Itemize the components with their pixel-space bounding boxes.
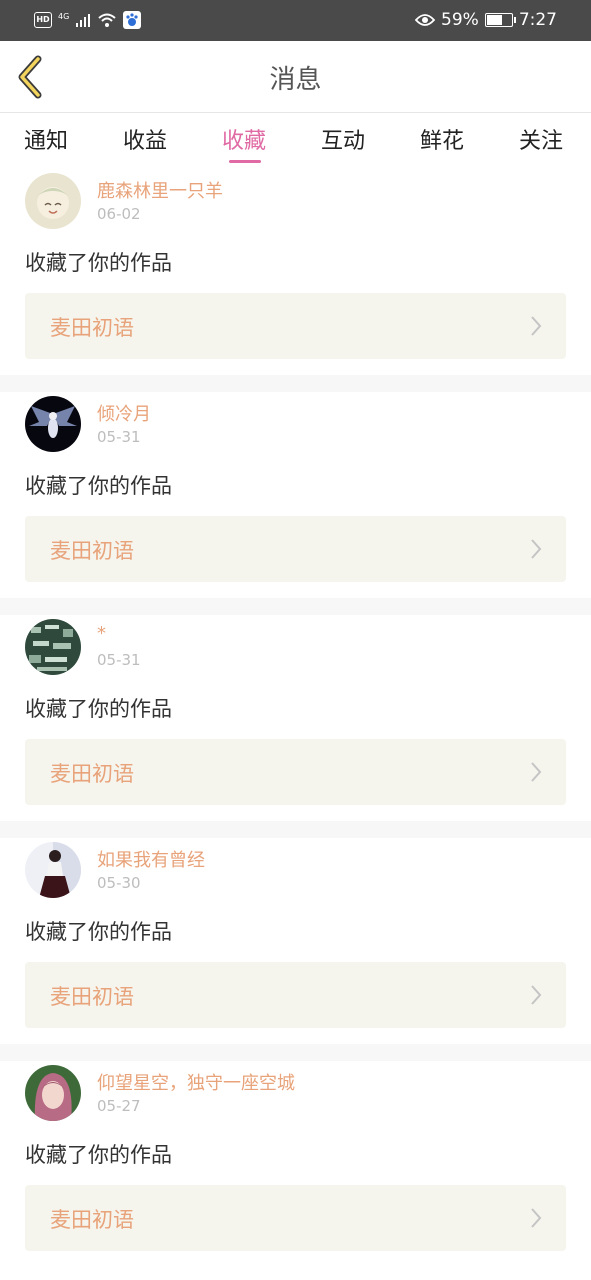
baidu-app-icon <box>123 11 142 29</box>
chevron-right-icon <box>531 762 542 782</box>
work-link[interactable]: 麦田初语 <box>25 739 566 805</box>
hd-badge: HD <box>34 12 52 28</box>
work-link[interactable]: 麦田初语 <box>25 516 566 582</box>
page-title: 消息 <box>269 65 322 95</box>
chevron-right-icon <box>531 1208 542 1228</box>
username[interactable]: * <box>97 623 106 644</box>
chevron-right-icon <box>531 985 542 1005</box>
tab-bar: 通知 收益 收藏 互动 鲜花 关注 <box>0 113 591 169</box>
action-text: 收藏了你的作品 <box>25 697 172 721</box>
eye-icon <box>415 14 436 26</box>
action-text: 收藏了你的作品 <box>25 1143 172 1167</box>
message-date: 06-02 <box>97 205 141 223</box>
work-title: 麦田初语 <box>50 1208 134 1232</box>
divider <box>0 375 591 392</box>
work-title: 麦田初语 <box>50 316 134 340</box>
avatar[interactable] <box>25 1065 81 1121</box>
app-header: 消息 <box>0 41 591 113</box>
status-left: HD 4G <box>34 9 142 31</box>
chevron-right-icon <box>531 539 542 559</box>
tab-following[interactable]: 关注 <box>519 123 563 155</box>
username[interactable]: 仰望星空，独守一座空城 <box>97 1069 295 1095</box>
tab-earnings[interactable]: 收益 <box>123 123 167 155</box>
action-text: 收藏了你的作品 <box>25 474 172 498</box>
action-text: 收藏了你的作品 <box>25 251 172 275</box>
action-text: 收藏了你的作品 <box>25 920 172 944</box>
signal-icon <box>76 14 91 27</box>
work-title: 麦田初语 <box>50 762 134 786</box>
tab-favorites[interactable]: 收藏 <box>222 123 266 155</box>
battery-level <box>486 15 503 25</box>
message-date: 05-31 <box>97 651 141 669</box>
divider <box>0 821 591 838</box>
list-item: * 05-31 收藏了你的作品 麦田初语 <box>0 615 591 821</box>
tab-notifications[interactable]: 通知 <box>24 123 68 155</box>
username[interactable]: 如果我有曾经 <box>97 846 205 872</box>
work-link[interactable]: 麦田初语 <box>25 1185 566 1251</box>
status-bar: HD 4G 59% 7:27 <box>0 0 591 41</box>
avatar[interactable] <box>25 842 81 898</box>
username[interactable]: 倾冷月 <box>97 400 151 426</box>
message-list: 鹿森林里一只羊 06-02 收藏了你的作品 麦田初语 倾冷月 05-31 收藏了… <box>0 169 591 1267</box>
list-item: 仰望星空，独守一座空城 05-27 收藏了你的作品 麦田初语 <box>0 1061 591 1267</box>
message-date: 05-31 <box>97 428 141 446</box>
message-date: 05-27 <box>97 1097 141 1115</box>
clock: 7:27 <box>518 10 557 30</box>
status-right: 59% 7:27 <box>415 9 557 31</box>
list-item: 如果我有曾经 05-30 收藏了你的作品 麦田初语 <box>0 838 591 1044</box>
work-title: 麦田初语 <box>50 539 134 563</box>
divider <box>0 598 591 615</box>
chevron-right-icon <box>531 316 542 336</box>
work-link[interactable]: 麦田初语 <box>25 962 566 1028</box>
message-date: 05-30 <box>97 874 141 892</box>
network-label: 4G <box>58 11 70 21</box>
username[interactable]: 鹿森林里一只羊 <box>97 177 223 203</box>
avatar[interactable] <box>25 173 81 229</box>
avatar[interactable] <box>25 619 81 675</box>
work-title: 麦田初语 <box>50 985 134 1009</box>
list-item: 鹿森林里一只羊 06-02 收藏了你的作品 麦田初语 <box>0 169 591 375</box>
work-link[interactable]: 麦田初语 <box>25 293 566 359</box>
battery-icon <box>484 13 516 27</box>
list-item: 倾冷月 05-31 收藏了你的作品 麦田初语 <box>0 392 591 598</box>
avatar[interactable] <box>25 396 81 452</box>
divider <box>0 1044 591 1061</box>
wifi-icon <box>98 13 116 27</box>
tab-flowers[interactable]: 鲜花 <box>420 123 464 155</box>
active-tab-indicator <box>229 160 261 163</box>
tab-interactions[interactable]: 互动 <box>321 123 365 155</box>
battery-percent: 59% <box>441 10 479 30</box>
